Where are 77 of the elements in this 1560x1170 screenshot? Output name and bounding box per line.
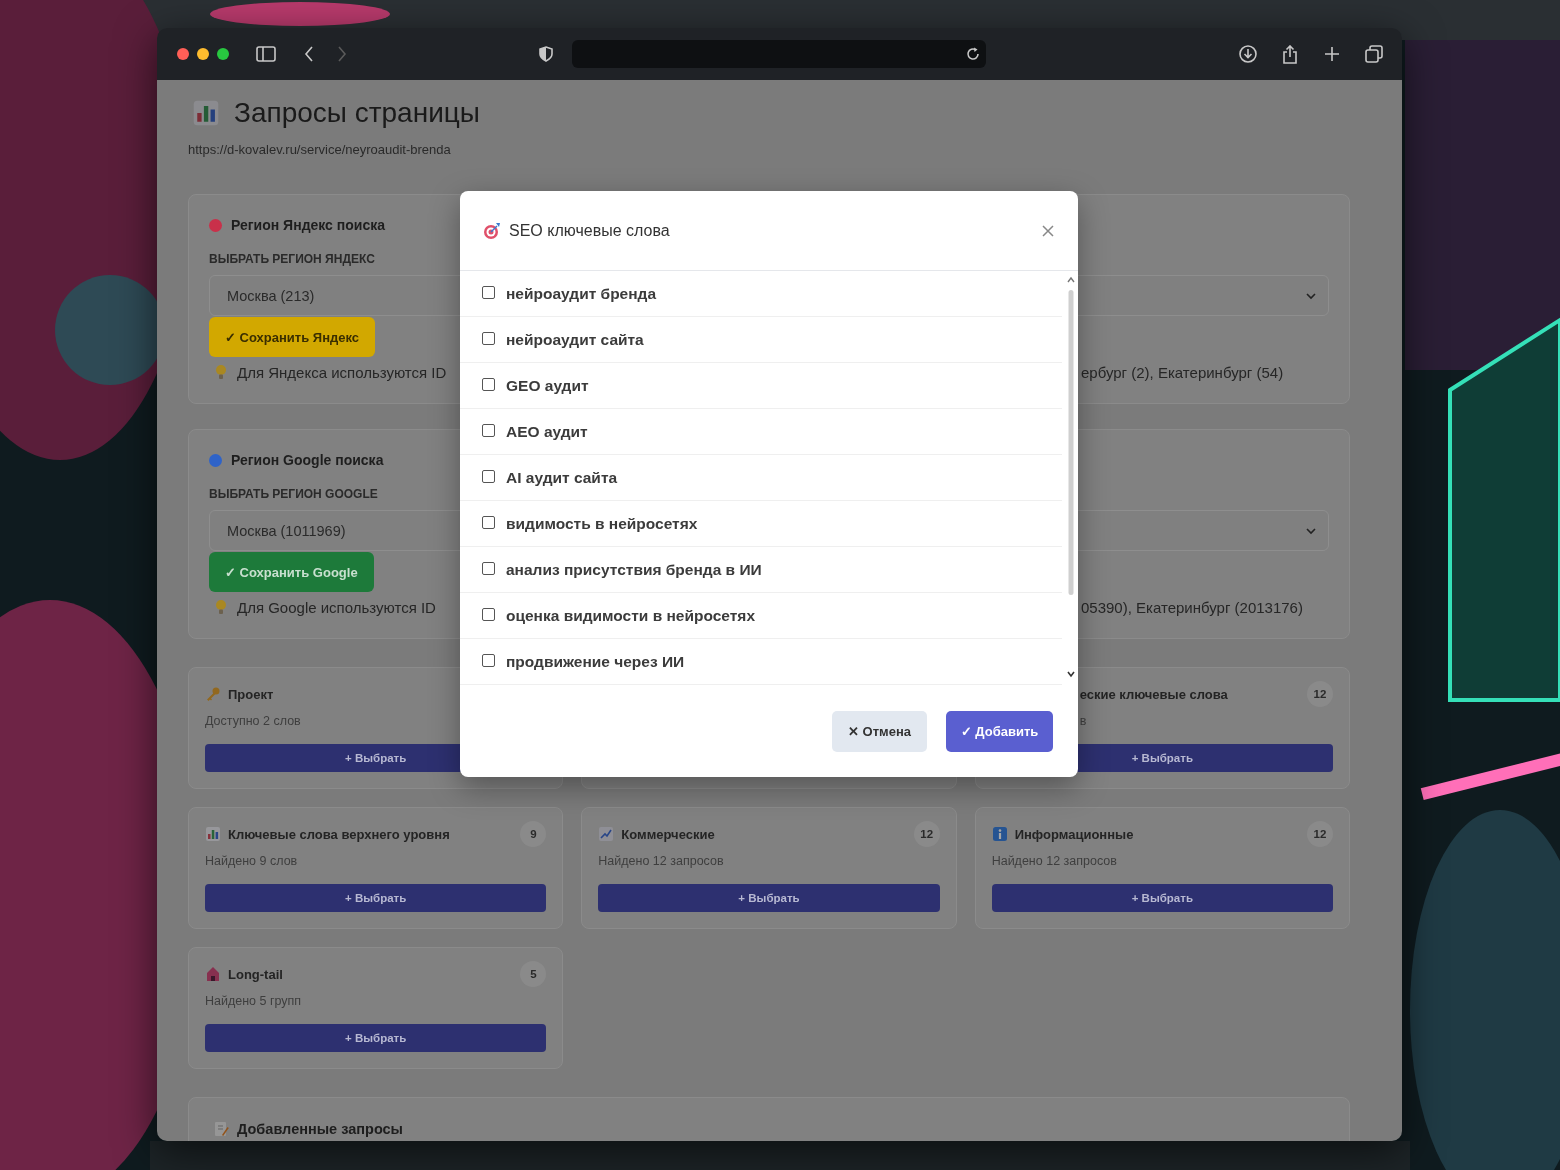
memo-icon bbox=[213, 1121, 229, 1137]
card-title: Коммерческие bbox=[621, 826, 715, 842]
checkbox[interactable] bbox=[482, 561, 495, 575]
hint-text: Для Яндекса используются ID bbox=[237, 363, 447, 381]
card-title: Регион Яндекс поиска bbox=[231, 217, 385, 233]
bar-chart-icon bbox=[192, 99, 220, 127]
checkbox[interactable] bbox=[482, 423, 495, 437]
card-title: Long-tail bbox=[228, 966, 283, 982]
select-button[interactable]: + Выбрать bbox=[598, 884, 940, 912]
target-icon bbox=[483, 221, 501, 240]
option-label[interactable]: оценка видимости в нейросетях bbox=[506, 606, 756, 625]
card-title: Добавленные запросы bbox=[237, 1121, 403, 1137]
hint-text: Для Google используются ID bbox=[237, 598, 436, 616]
key-icon bbox=[205, 686, 221, 702]
card-subtitle: Найдено 12 запросов bbox=[598, 853, 725, 870]
card-subtitle: Доступно 2 слов bbox=[205, 713, 302, 730]
count-badge: 5 bbox=[520, 961, 547, 987]
select-button[interactable]: + Выбрать bbox=[991, 884, 1333, 912]
checkbox[interactable] bbox=[482, 607, 495, 621]
back-icon[interactable] bbox=[304, 46, 314, 62]
checkbox[interactable] bbox=[482, 515, 495, 529]
checkbox[interactable] bbox=[482, 377, 495, 391]
card-title: Информационные bbox=[1014, 826, 1134, 842]
option-label[interactable]: нейроаудит бренда bbox=[506, 284, 657, 303]
house-icon bbox=[205, 966, 221, 982]
card-title: Проект bbox=[228, 686, 274, 702]
hint-text: 05390), Екатеринбург (2013176) bbox=[1081, 598, 1304, 616]
sidebar-icon[interactable] bbox=[256, 45, 276, 63]
option-label[interactable]: GEO аудит bbox=[506, 376, 589, 395]
checkbox[interactable] bbox=[482, 469, 495, 483]
save-button[interactable]: ✓ Сохранить Google bbox=[209, 552, 374, 592]
zoom-button[interactable] bbox=[217, 48, 229, 60]
bar-chart-icon bbox=[205, 826, 221, 842]
card-title: еские ключевые слова bbox=[1079, 686, 1228, 702]
lightbulb-icon bbox=[215, 599, 227, 615]
count-badge: 12 bbox=[913, 821, 940, 847]
card-subtitle: Найдено 9 слов bbox=[205, 853, 299, 870]
field-label: ВЫБРАТЬ РЕГИОН GOOGLE bbox=[209, 486, 378, 502]
save-button[interactable]: ✓ Сохранить Яндекс bbox=[209, 317, 376, 357]
download-icon[interactable] bbox=[1239, 45, 1257, 63]
tabs-icon[interactable] bbox=[1365, 45, 1383, 63]
close-icon[interactable] bbox=[1041, 223, 1055, 238]
modal-title: SEO ключевые слова bbox=[509, 221, 670, 240]
checkbox[interactable] bbox=[482, 331, 495, 345]
option-label[interactable]: AI аудит сайта bbox=[506, 468, 618, 487]
count-badge: 12 bbox=[1307, 821, 1333, 847]
cancel-button[interactable]: ✕ Отмена bbox=[832, 710, 927, 752]
lightbulb-icon bbox=[215, 364, 227, 380]
checkbox[interactable] bbox=[482, 653, 495, 667]
page-url: https://d-kovalev.ru/service/neyroaudit-brenda bbox=[188, 141, 452, 159]
count-badge: 9 bbox=[520, 821, 547, 847]
card-subtitle: Найдено 5 групп bbox=[205, 993, 303, 1010]
field-label: ВЫБРАТЬ РЕГИОН ЯНДЕКС bbox=[209, 251, 375, 267]
add-button[interactable]: ✓ Добавить bbox=[946, 710, 1053, 752]
plus-icon[interactable] bbox=[1323, 45, 1341, 63]
shield-icon[interactable] bbox=[539, 46, 553, 62]
card-title: Ключевые слова верхнего уровня bbox=[228, 826, 450, 842]
count-badge: 12 bbox=[1307, 681, 1333, 707]
checkbox[interactable] bbox=[482, 285, 495, 299]
page-title: Запросы страницы bbox=[234, 97, 480, 129]
reload-icon[interactable] bbox=[966, 47, 980, 61]
select-button[interactable]: + Выбрать bbox=[205, 1024, 547, 1052]
card-subtitle: Найдено 12 запросов bbox=[991, 853, 1118, 870]
option-label[interactable]: видимость в нейросетях bbox=[506, 514, 698, 533]
line-chart-icon bbox=[598, 826, 615, 842]
share-icon[interactable] bbox=[1281, 44, 1299, 64]
option-label[interactable]: анализ присутствия бренда в ИИ bbox=[506, 560, 762, 579]
info-icon bbox=[991, 826, 1008, 842]
select-button[interactable]: + Выбрать bbox=[205, 884, 547, 912]
option-label[interactable]: нейроаудит сайта bbox=[506, 330, 644, 349]
card-subtitle: в bbox=[1078, 713, 1088, 730]
hint-text: ербург (2), Екатеринбург (54) bbox=[1081, 363, 1285, 381]
close-button[interactable] bbox=[177, 48, 189, 60]
option-label[interactable]: AEO аудит bbox=[506, 422, 588, 441]
minimize-button[interactable] bbox=[197, 48, 209, 60]
card-title: Регион Google поиска bbox=[231, 452, 384, 468]
option-label[interactable]: продвижение через ИИ bbox=[506, 652, 685, 671]
